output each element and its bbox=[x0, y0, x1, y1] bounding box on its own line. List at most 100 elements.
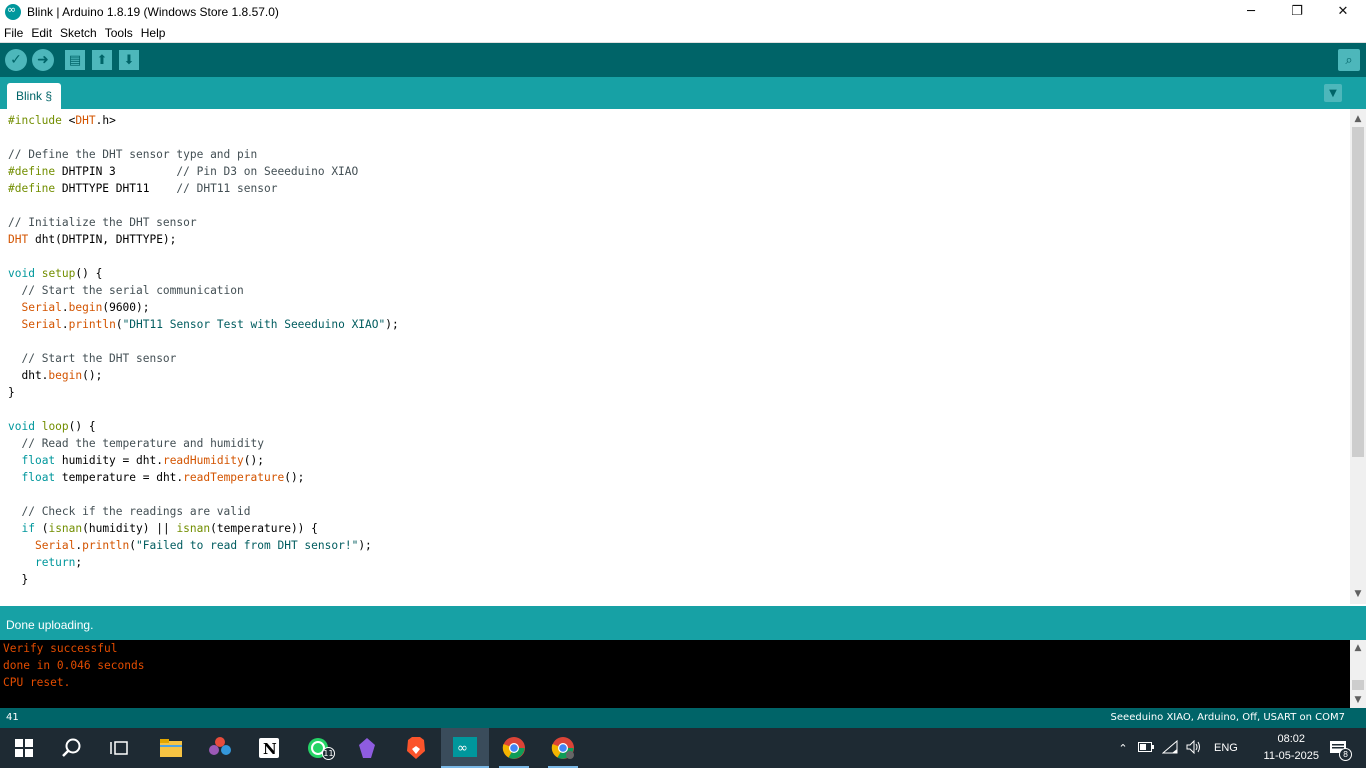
arduino-icon: ∞ bbox=[453, 737, 477, 757]
clock-time: 08:02 bbox=[1277, 733, 1306, 745]
code-line[interactable]: // Read the temperature and humidity bbox=[8, 435, 399, 452]
code-line[interactable]: // Define the DHT sensor type and pin bbox=[8, 146, 399, 163]
menu-bar: File Edit Sketch Tools Help bbox=[0, 23, 1366, 43]
scrollbar-thumb[interactable] bbox=[1352, 127, 1364, 457]
console-output: Verify successful done in 0.046 seconds CP… bbox=[0, 640, 1350, 708]
code-line[interactable]: if (isnan(humidity) || isnan(temperature… bbox=[8, 520, 399, 537]
code-line[interactable]: // Start the DHT sensor bbox=[8, 350, 399, 367]
wifi-icon[interactable] bbox=[1161, 739, 1186, 757]
code-line[interactable]: float humidity = dht.readHumidity(); bbox=[8, 452, 399, 469]
tab-menu-button[interactable]: ▼ bbox=[1324, 84, 1342, 102]
scroll-up-icon[interactable]: ▲ bbox=[1350, 111, 1366, 127]
task-view-button[interactable] bbox=[96, 728, 144, 768]
status-bar: Done uploading. bbox=[0, 606, 1366, 640]
search-button[interactable] bbox=[48, 728, 96, 768]
window-controls: ─ ❐ ✕ bbox=[1228, 0, 1366, 23]
code-line[interactable]: } bbox=[8, 384, 399, 401]
app-button-flower[interactable] bbox=[196, 728, 244, 768]
code-line[interactable] bbox=[8, 129, 399, 146]
windows-logo-icon bbox=[15, 739, 33, 757]
magnifier-icon: ⌕ bbox=[1345, 52, 1353, 68]
code-line[interactable] bbox=[8, 333, 399, 350]
clock[interactable]: 08:02 11-05-2025 bbox=[1264, 731, 1319, 765]
menu-help[interactable]: Help bbox=[137, 26, 170, 40]
language-indicator[interactable]: ENG bbox=[1214, 742, 1238, 754]
verify-button[interactable]: ✓ bbox=[5, 49, 27, 71]
code-line[interactable]: DHT dht(DHTPIN, DHTTYPE); bbox=[8, 231, 399, 248]
code-line[interactable]: // Start the serial communication bbox=[8, 282, 399, 299]
code-line[interactable] bbox=[8, 197, 399, 214]
code-line[interactable] bbox=[8, 401, 399, 418]
brave-button[interactable] bbox=[392, 728, 440, 768]
line-number: 41 bbox=[6, 712, 19, 723]
scroll-down-icon[interactable]: ▼ bbox=[1350, 692, 1366, 708]
title-bar: Blink | Arduino 1.8.19 (Windows Store 1.… bbox=[0, 0, 1366, 23]
menu-sketch[interactable]: Sketch bbox=[56, 26, 101, 40]
chrome-button[interactable] bbox=[490, 728, 538, 768]
arrow-down-icon: ⬇ bbox=[123, 52, 135, 68]
chrome-icon bbox=[502, 737, 525, 759]
open-sketch-button[interactable]: ⬆ bbox=[92, 50, 112, 70]
obsidian-button[interactable] bbox=[343, 728, 391, 768]
serial-monitor-button[interactable]: ⌕ bbox=[1338, 49, 1360, 71]
console-scrollbar[interactable]: ▲ ▼ bbox=[1350, 640, 1366, 708]
code-line[interactable]: #define DHTPIN 3 // Pin D3 on Seeeduino … bbox=[8, 163, 399, 180]
status-message: Done uploading. bbox=[6, 618, 94, 632]
code-line[interactable]: #include <DHT.h> bbox=[8, 112, 399, 129]
code-line[interactable] bbox=[8, 486, 399, 503]
battery-icon[interactable] bbox=[1138, 741, 1162, 755]
notion-icon: N bbox=[259, 738, 279, 758]
whatsapp-badge: 11 bbox=[322, 747, 335, 760]
toolbar: ✓ ➜ ▤ ⬆ ⬇ ⌕ bbox=[0, 43, 1366, 77]
code-editor[interactable]: #include <DHT.h> // Define the DHT senso… bbox=[0, 109, 1350, 604]
save-sketch-button[interactable]: ⬇ bbox=[119, 50, 139, 70]
scrollbar-thumb[interactable] bbox=[1352, 680, 1364, 690]
scroll-down-icon[interactable]: ▼ bbox=[1350, 586, 1366, 602]
code-line[interactable]: float temperature = dht.readTemperature(… bbox=[8, 469, 399, 486]
folder-icon bbox=[160, 739, 182, 757]
clock-date: 11-05-2025 bbox=[1263, 750, 1319, 762]
tab-bar: Blink § ▼ bbox=[0, 77, 1366, 109]
new-file-icon: ▤ bbox=[68, 52, 82, 68]
editor-scrollbar[interactable]: ▲ ▼ bbox=[1350, 109, 1366, 604]
upload-button[interactable]: ➜ bbox=[32, 49, 54, 71]
menu-file[interactable]: File bbox=[0, 26, 27, 40]
chevron-up-icon[interactable]: ⌃ bbox=[1114, 742, 1132, 755]
board-info: Seeeduino XIAO, Arduino, Off, USART on C… bbox=[1110, 712, 1345, 723]
code-line[interactable]: #define DHTTYPE DHT11 // DHT11 sensor bbox=[8, 180, 399, 197]
code-line[interactable] bbox=[8, 248, 399, 265]
code-line[interactable]: Serial.begin(9600); bbox=[8, 299, 399, 316]
tab-blink[interactable]: Blink § bbox=[7, 83, 61, 109]
whatsapp-button[interactable]: 11 bbox=[294, 728, 342, 768]
code-line[interactable]: Serial.println("DHT11 Sensor Test with S… bbox=[8, 316, 398, 333]
start-button[interactable] bbox=[0, 728, 48, 768]
chrome-profile-button[interactable] bbox=[539, 728, 587, 768]
code-line[interactable]: dht.begin(); bbox=[8, 367, 399, 384]
windows-taskbar: N 11 ∞ ⌃ ENG 08:02 11-05-2025 8 bbox=[0, 728, 1366, 768]
console-line: Verify successful bbox=[3, 642, 118, 655]
code-line[interactable]: Serial.println("Failed to read from DHT … bbox=[8, 537, 399, 554]
code-line[interactable]: return; bbox=[8, 554, 399, 571]
system-tray: ⌃ ENG bbox=[1114, 728, 1238, 768]
notion-button[interactable]: N bbox=[245, 728, 293, 768]
code-line[interactable]: void loop() { bbox=[8, 418, 399, 435]
bottom-status-bar: 41 Seeeduino XIAO, Arduino, Off, USART o… bbox=[0, 708, 1366, 728]
maximize-button[interactable]: ❐ bbox=[1274, 0, 1320, 23]
code-line[interactable]: // Initialize the DHT sensor bbox=[8, 214, 399, 231]
svg-text:N: N bbox=[263, 740, 277, 758]
code-line[interactable]: } bbox=[8, 571, 399, 588]
notification-center-button[interactable]: 8 bbox=[1318, 728, 1358, 768]
close-button[interactable]: ✕ bbox=[1320, 0, 1366, 23]
volume-icon[interactable] bbox=[1186, 739, 1210, 757]
code-line[interactable]: // Check if the readings are valid bbox=[8, 503, 399, 520]
minimize-button[interactable]: ─ bbox=[1228, 0, 1274, 23]
menu-tools[interactable]: Tools bbox=[101, 26, 137, 40]
code-line[interactable]: void setup() { bbox=[8, 265, 399, 282]
scroll-up-icon[interactable]: ▲ bbox=[1350, 640, 1366, 656]
console-line: done in 0.046 seconds bbox=[3, 659, 145, 672]
code-area[interactable]: #include <DHT.h> // Define the DHT senso… bbox=[8, 112, 399, 588]
file-explorer-button[interactable] bbox=[147, 728, 195, 768]
new-sketch-button[interactable]: ▤ bbox=[65, 50, 85, 70]
menu-edit[interactable]: Edit bbox=[27, 26, 56, 40]
arduino-taskbar-button[interactable]: ∞ bbox=[441, 728, 489, 768]
